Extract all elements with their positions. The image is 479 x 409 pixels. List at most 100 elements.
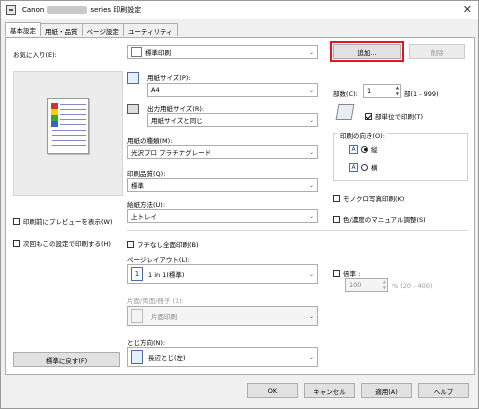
- mono-photo-option[interactable]: モノクロ写真印刷(K): [333, 193, 404, 203]
- paper-size-value: A4: [151, 86, 160, 94]
- page-layout-select[interactable]: 1 1 in 1(標準) ⌄: [127, 264, 318, 284]
- tab-bar: 基本設定 用紙・品質 ページ設定 ユーティリティ: [5, 22, 178, 37]
- collate-option[interactable]: 部単位で印刷(T): [365, 111, 423, 121]
- manual-color-label: 色/濃度のマニュアル調整(S): [343, 216, 426, 224]
- scale-option[interactable]: 倍率 :: [333, 268, 360, 278]
- text-line: [60, 119, 86, 120]
- tab-basic[interactable]: 基本設定: [5, 22, 41, 36]
- text-line: [52, 130, 86, 131]
- quality-label: 印刷品質(Q):: [127, 170, 166, 178]
- favorites-label: お気に入り(E):: [13, 51, 57, 59]
- collate-checkbox[interactable]: [365, 112, 372, 120]
- window-title: Canon series 印刷設定: [22, 5, 141, 15]
- quality-value: 標準: [131, 182, 144, 190]
- reuse-checkbox[interactable]: [13, 239, 20, 247]
- chevron-down-icon: ⌄: [308, 117, 314, 124]
- text-line: [60, 109, 86, 110]
- tab-page-setup[interactable]: ページ設定: [81, 23, 124, 36]
- media-type-label: 用紙の種類(M):: [127, 137, 173, 145]
- preview-checkbox[interactable]: [13, 217, 20, 225]
- preview-checkbox-label: 印刷前にプレビューを表示(W): [23, 218, 113, 226]
- ok-button[interactable]: OK: [247, 383, 298, 398]
- text-line: [60, 104, 86, 105]
- apply-button[interactable]: 適用(A): [361, 383, 412, 398]
- borderless-checkbox[interactable]: [127, 240, 134, 248]
- divider: [127, 230, 468, 231]
- scale-range: % (20 - 400): [392, 282, 433, 290]
- borderless-option[interactable]: フチなし全面印刷(B): [127, 239, 199, 249]
- duplex-icon: [131, 309, 143, 323]
- scale-label: 倍率 :: [343, 270, 361, 278]
- favorites-select[interactable]: 標準印刷 ⌄: [127, 45, 318, 59]
- chevron-down-icon: ⌄: [308, 213, 314, 220]
- copies-label: 部数(C):: [333, 90, 358, 98]
- delete-favorite-button[interactable]: 削除: [409, 44, 465, 59]
- mono-photo-label: モノクロ写真印刷(K): [343, 195, 405, 203]
- reuse-checkbox-label: 次回もこの設定で印刷する(H): [23, 240, 111, 248]
- spinner-arrows-icon[interactable]: ▲ ▼: [383, 279, 386, 291]
- output-size-select[interactable]: 用紙サイズと同じ ⌄: [147, 113, 318, 127]
- media-type-value: 光沢プロ プラチナグレード: [131, 149, 212, 157]
- page-layout-value: 1 in 1(標準): [148, 271, 185, 279]
- document-icon: [131, 47, 142, 57]
- title-suffix: series 印刷設定: [90, 6, 142, 14]
- copies-spinner[interactable]: 1 ▲ ▼: [363, 84, 401, 98]
- text-line: [60, 124, 86, 125]
- text-line: [52, 145, 86, 146]
- binding-label: とじ方向(N):: [127, 339, 166, 347]
- portrait-icon: A: [349, 144, 358, 154]
- landscape-label: 横: [371, 164, 378, 172]
- orientation-portrait[interactable]: A 縦: [349, 144, 378, 154]
- chevron-down-icon: ⌄: [308, 271, 314, 278]
- add-favorite-button[interactable]: 追加...: [330, 41, 404, 62]
- close-icon[interactable]: ✕: [463, 3, 472, 16]
- copies-range: 部(1 - 999): [404, 90, 439, 98]
- blurred-model-name: [47, 6, 88, 14]
- manual-color-option[interactable]: 色/濃度のマニュアル調整(S): [333, 214, 426, 224]
- binding-icon: [131, 350, 143, 364]
- paper-source-label: 給紙方法(U):: [127, 201, 166, 209]
- help-button[interactable]: ヘルプ: [418, 383, 469, 398]
- scale-spinner[interactable]: 100 ▲ ▼: [345, 278, 388, 292]
- landscape-radio[interactable]: [361, 163, 368, 171]
- mono-photo-checkbox[interactable]: [333, 194, 340, 202]
- orientation-landscape[interactable]: A 横: [349, 162, 378, 172]
- scale-value: 100: [349, 281, 362, 289]
- paper-size-label: 用紙サイズ(P):: [147, 74, 191, 82]
- restore-defaults-button[interactable]: 標準に戻す(F): [13, 352, 120, 367]
- manual-color-checkbox[interactable]: [333, 215, 340, 223]
- paper-source-select[interactable]: 上トレイ ⌄: [127, 209, 318, 223]
- duplex-select[interactable]: 片面印刷 ⌄: [127, 306, 318, 326]
- title-prefix: Canon: [22, 6, 45, 14]
- quality-select[interactable]: 標準 ⌄: [127, 178, 318, 192]
- media-type-select[interactable]: 光沢プロ プラチナグレード ⌄: [127, 145, 318, 159]
- chevron-down-icon: ⌄: [308, 49, 314, 56]
- paper-size-select[interactable]: A4 ⌄: [147, 83, 318, 97]
- orientation-label: 印刷の向き(O):: [338, 130, 387, 140]
- copies-value: 1: [367, 87, 372, 95]
- favorites-value: 標準印刷: [145, 49, 171, 57]
- collate-label: 部単位で印刷(T): [375, 113, 424, 121]
- print-preview: [13, 71, 123, 196]
- cancel-button[interactable]: キャンセル: [304, 383, 355, 398]
- portrait-label: 縦: [371, 146, 378, 154]
- output-size-label: 出力用紙サイズ(R):: [147, 105, 205, 113]
- portrait-radio[interactable]: [361, 145, 368, 153]
- paper-source-value: 上トレイ: [131, 213, 157, 221]
- tab-paper-quality[interactable]: 用紙・品質: [40, 23, 83, 36]
- print-settings-window: Canon series 印刷設定 ✕ 基本設定 用紙・品質 ページ設定 ユーテ…: [0, 0, 479, 409]
- spinner-arrows-icon[interactable]: ▲ ▼: [396, 85, 399, 97]
- scale-checkbox[interactable]: [333, 269, 340, 277]
- preview-before-print-option[interactable]: 印刷前にプレビューを表示(W): [13, 216, 113, 226]
- chevron-down-icon: ⌄: [308, 182, 314, 189]
- reuse-settings-option[interactable]: 次回もこの設定で印刷する(H): [13, 238, 111, 248]
- stack-pages-icon: [335, 104, 355, 120]
- orientation-group: [333, 133, 468, 181]
- tab-utility[interactable]: ユーティリティ: [122, 23, 178, 36]
- page-layout-label: ページレイアウト(L):: [127, 256, 190, 264]
- text-line: [60, 114, 86, 115]
- binding-select[interactable]: 長辺とじ(左) ⌄: [127, 347, 318, 367]
- text-line: [52, 140, 86, 141]
- text-line: [52, 135, 86, 136]
- chevron-down-icon: ⌄: [308, 354, 314, 361]
